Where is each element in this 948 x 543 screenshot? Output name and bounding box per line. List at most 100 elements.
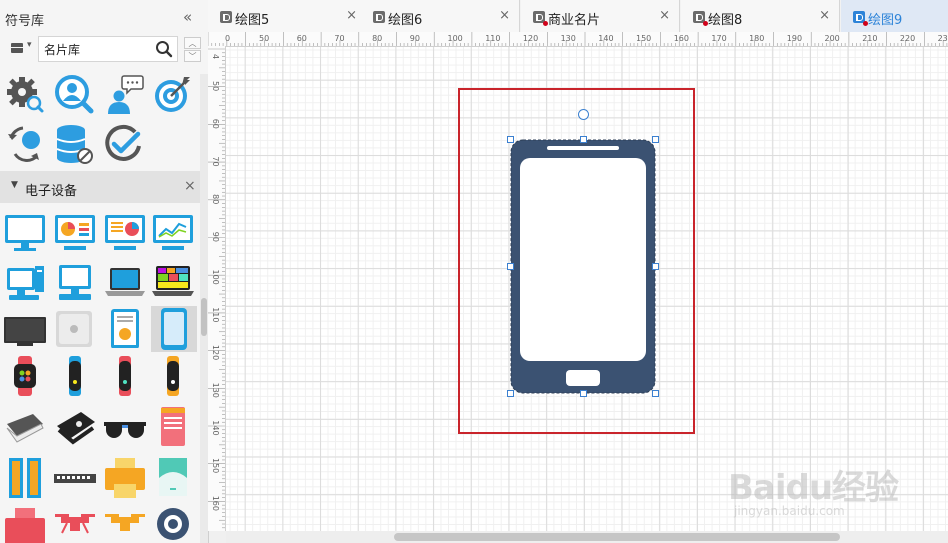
ruler-label: 80 xyxy=(211,194,220,204)
symbol-laptop[interactable] xyxy=(103,262,147,302)
search-icon[interactable] xyxy=(155,40,173,58)
symbol-vr-headset-dark[interactable] xyxy=(53,406,97,446)
ruler-label: 110 xyxy=(485,34,500,43)
symbol-list-scrollbar[interactable] xyxy=(200,74,208,543)
ruler-label: 110 xyxy=(211,307,220,322)
ruler-label: 160 xyxy=(211,496,220,511)
tab-label: 绘图6 xyxy=(388,13,423,28)
rotate-handle[interactable] xyxy=(578,109,589,120)
target-icon[interactable] xyxy=(151,74,195,114)
symbol-webcam[interactable] xyxy=(151,506,195,543)
horizontal-ruler: 0 50 60 70 80 90 100 110 120 130 140 150 160 170 180 19… xyxy=(208,32,948,47)
symbol-monitor[interactable] xyxy=(3,212,47,252)
smartphone-shape[interactable] xyxy=(510,139,656,394)
tab-close-icon[interactable]: × xyxy=(499,8,510,23)
tab-drawing5[interactable]: 绘图5 × xyxy=(208,0,367,32)
scroll-down-button[interactable]: ﹀ xyxy=(184,50,201,62)
symbol-server-rack[interactable] xyxy=(3,458,47,498)
tab-close-icon[interactable]: × xyxy=(659,8,670,23)
watermark-brand: Baidu经验 xyxy=(728,468,899,508)
ruler-label: 140 xyxy=(211,420,220,435)
symbol-smartwatch[interactable] xyxy=(3,356,47,396)
symbol-drone[interactable] xyxy=(53,506,97,543)
tab-drawing8[interactable]: 绘图8 × xyxy=(681,0,840,32)
tab-drawing6[interactable]: 绘图6 × xyxy=(361,0,520,32)
ruler-label: 60 xyxy=(211,119,220,129)
resize-handle-se[interactable] xyxy=(652,390,659,397)
symbol-printer-yellow[interactable] xyxy=(103,458,147,498)
symbol-smart-glasses[interactable] xyxy=(103,406,147,446)
ruler-label: 130 xyxy=(561,34,576,43)
symbol-fitness-band-3[interactable] xyxy=(151,356,195,396)
ruler-label: 70 xyxy=(211,156,220,166)
symbol-laptop-dark[interactable] xyxy=(151,262,195,302)
symbol-line-chart-monitor[interactable] xyxy=(151,212,195,252)
symbol-printer-red[interactable] xyxy=(3,506,47,543)
symbol-mac-mini[interactable] xyxy=(53,308,97,348)
resize-handle-e[interactable] xyxy=(652,263,659,270)
symbol-network-switch[interactable] xyxy=(53,458,97,498)
ruler-label: 70 xyxy=(334,34,344,43)
section-header-electronics[interactable]: ▼ 电子设备 × xyxy=(0,171,200,203)
ruler-label: 100 xyxy=(448,34,463,43)
symbol-presentation-monitor[interactable] xyxy=(103,212,147,252)
tab-close-icon[interactable]: × xyxy=(819,8,830,23)
ruler-label: 120 xyxy=(211,345,220,360)
ruler-label: 90 xyxy=(211,232,220,242)
section-label: 电子设备 xyxy=(25,184,78,199)
tab-label: 绘图5 xyxy=(235,13,270,28)
tab-business-card[interactable]: 商业名片 × xyxy=(521,0,680,32)
ruler-label: 130 xyxy=(211,383,220,398)
search-box[interactable] xyxy=(38,36,178,62)
check-circle-icon[interactable] xyxy=(103,124,147,164)
symbol-air-purifier[interactable] xyxy=(151,406,195,446)
resize-handle-n[interactable] xyxy=(580,136,587,143)
symbol-router[interactable] xyxy=(151,458,195,498)
ruler-label: 160 xyxy=(674,34,689,43)
resize-handle-s[interactable] xyxy=(580,390,587,397)
search-input[interactable] xyxy=(44,41,149,57)
collapse-panel-icon[interactable]: « xyxy=(183,8,192,26)
drawing-canvas[interactable] xyxy=(226,47,948,531)
symbol-desktop-computer-2[interactable] xyxy=(53,262,97,302)
tab-label: 绘图8 xyxy=(708,13,743,28)
database-blocked-icon[interactable] xyxy=(53,124,97,164)
watermark-site: jingyan.baidu.com xyxy=(734,504,845,518)
symbol-fitness-band-2[interactable] xyxy=(103,356,147,396)
sync-icon[interactable] xyxy=(3,124,47,164)
scroll-thumb[interactable] xyxy=(201,298,207,336)
section-close-icon[interactable]: × xyxy=(184,178,196,194)
symbol-tablet-document[interactable] xyxy=(103,308,147,348)
library-switch-button[interactable]: ▾ xyxy=(5,37,39,61)
ruler-label: 4 xyxy=(211,54,220,59)
ruler-label: 150 xyxy=(211,458,220,473)
symbol-pie-chart-monitor[interactable] xyxy=(53,212,97,252)
ruler-label: 0 xyxy=(225,34,230,43)
scroll-thumb[interactable] xyxy=(394,533,840,541)
canvas-horizontal-scrollbar[interactable] xyxy=(226,531,948,543)
ruler-label: 50 xyxy=(259,34,269,43)
symbol-lcd-tv[interactable] xyxy=(3,308,47,348)
symbol-drone-yellow[interactable] xyxy=(103,506,147,543)
symbol-smartphone[interactable] xyxy=(151,306,197,352)
resize-handle-w[interactable] xyxy=(507,263,514,270)
user-chat-icon[interactable] xyxy=(103,74,147,114)
document-tab-bar: 绘图5 × 绘图6 × 商业名片 × 绘图8 × 绘图9 xyxy=(208,0,948,33)
resize-handle-nw[interactable] xyxy=(507,136,514,143)
tab-label: 绘图9 xyxy=(868,13,903,28)
symbol-vr-headset[interactable] xyxy=(3,406,47,446)
ruler-label: 180 xyxy=(749,34,764,43)
resize-handle-sw[interactable] xyxy=(507,390,514,397)
caret-down-icon: ▾ xyxy=(27,40,32,50)
tab-drawing9[interactable]: 绘图9 xyxy=(841,0,948,32)
symbol-library-panel: 符号库 « ▾ ︿ ﹀ xyxy=(0,0,209,543)
user-search-icon[interactable] xyxy=(53,74,97,114)
gear-search-icon[interactable] xyxy=(3,74,47,114)
tab-close-icon[interactable]: × xyxy=(346,8,357,23)
resize-handle-ne[interactable] xyxy=(652,136,659,143)
scroll-up-button[interactable]: ︿ xyxy=(184,37,201,49)
symbol-fitness-band[interactable] xyxy=(53,356,97,396)
expand-caret-icon[interactable]: ▼ xyxy=(11,180,18,190)
ruler-label: 80 xyxy=(372,34,382,43)
symbol-desktop-computer[interactable] xyxy=(3,262,47,302)
